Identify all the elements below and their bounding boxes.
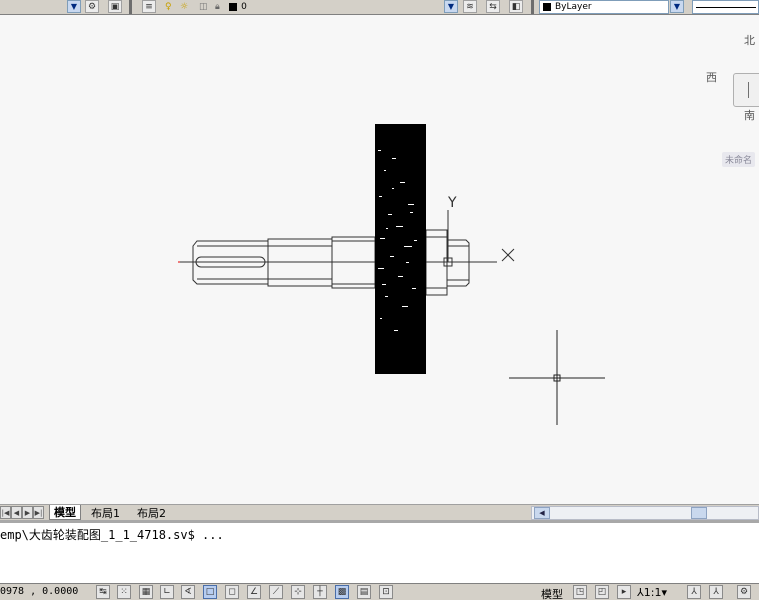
status-bar: 0978 , 0.0000 ↹ ⁙ ▦ ∟ ∢ □ ◻ ∠ ⟋ ⊹ ┼ ▩ ▤ …	[0, 583, 759, 600]
layout-tabs-bar: |◀ ◀ ▶ ▶| 模型 布局1 布局2 ◀	[0, 504, 759, 520]
command-window[interactable]: emp\大齿轮装配图_1_1_4718.sv$ ...	[0, 523, 759, 583]
snap-icon[interactable]: ⁙	[117, 585, 131, 599]
3dosnap-icon[interactable]: ◻	[225, 585, 239, 599]
gear-body	[375, 124, 426, 374]
viewcube-north[interactable]: 北	[744, 32, 755, 48]
color-swatch	[543, 3, 551, 11]
quick-view-drawings-icon[interactable]: ◰	[595, 585, 609, 599]
last-tab-icon[interactable]: ▶|	[33, 506, 44, 519]
color-value: ByLayer	[555, 2, 592, 12]
layer-dropdown-arrow[interactable]: ▼	[444, 0, 458, 13]
color-dropdown-arrow[interactable]: ▼	[670, 0, 684, 13]
tab-model[interactable]: 模型	[49, 505, 81, 520]
bulb-icon[interactable]: ♀	[165, 0, 172, 14]
viewcube-south[interactable]: 南	[744, 107, 755, 123]
layer-name-combo[interactable]: 0	[229, 0, 247, 14]
auto-scale-icon[interactable]: ⅄	[709, 585, 723, 599]
model-space-label[interactable]: 模型	[541, 586, 563, 600]
pan-icon[interactable]: ▸	[617, 585, 631, 599]
ducs-icon[interactable]: ⟋	[269, 585, 283, 599]
linetype-preview	[696, 6, 756, 8]
match-layer-icon[interactable]: ≋	[463, 0, 477, 13]
horizontal-scrollbar[interactable]: ◀	[531, 506, 759, 520]
ortho-icon[interactable]: ∟	[160, 585, 174, 599]
qp-icon[interactable]: ▤	[357, 585, 371, 599]
annotation-scale[interactable]: ⅄1:1▾	[637, 586, 667, 599]
annotation-scale-icon: ⅄	[637, 586, 644, 599]
crosshair-cursor	[509, 330, 605, 425]
quick-view-layouts-icon[interactable]: ◳	[573, 585, 587, 599]
osnap-icon[interactable]: □	[203, 585, 217, 599]
top-toolbar: ▼ ⚙ ▣ ≡ ♀ ☼ ◫ 🔒︎ 0 ▼ ≋ ⇆ ◧ ByLayer ▼	[0, 0, 759, 15]
drawing-area[interactable]: Y 北 西 南 未命名	[0, 15, 759, 504]
layer-name: 0	[241, 2, 247, 12]
layer-properties-icon[interactable]: ≡	[142, 0, 156, 13]
color-combo[interactable]: ByLayer	[539, 0, 669, 14]
toolbar-grip-2[interactable]	[531, 0, 534, 14]
layer-previous-icon[interactable]: ⇆	[486, 0, 500, 13]
layer-state-icon[interactable]: ◧	[509, 0, 523, 13]
lwt-icon[interactable]: ┼	[313, 585, 327, 599]
grid-icon[interactable]: ▦	[139, 585, 153, 599]
ucs-icon	[443, 210, 515, 267]
workspace-switch-icon[interactable]: ⚙	[737, 585, 751, 599]
workspace-lock-icon[interactable]: ▣	[108, 0, 122, 13]
prev-tab-icon[interactable]: ◀	[11, 506, 22, 519]
next-tab-icon[interactable]: ▶	[22, 506, 33, 519]
ucs-y-label: Y	[447, 195, 457, 211]
toolbar-grip[interactable]	[129, 0, 132, 14]
sc-icon[interactable]: ⊡	[379, 585, 393, 599]
drawing-svg: Y	[178, 124, 605, 425]
coordinate-readout[interactable]: 0978 , 0.0000	[0, 586, 78, 597]
lock-icon[interactable]: 🔒︎	[215, 0, 220, 14]
scroll-left-icon[interactable]: ◀	[534, 507, 550, 519]
layer-color-swatch	[229, 3, 238, 11]
sun-icon[interactable]: ☼	[180, 0, 188, 14]
tab-nav-arrows: |◀ ◀ ▶ ▶|	[0, 506, 44, 520]
otrack-icon[interactable]: ∠	[247, 585, 261, 599]
dyn-icon[interactable]: ⊹	[291, 585, 305, 599]
polar-icon[interactable]: ∢	[181, 585, 195, 599]
linetype-combo[interactable]	[692, 0, 759, 14]
command-history-line: emp\大齿轮装配图_1_1_4718.sv$ ...	[0, 528, 224, 542]
scroll-thumb[interactable]	[691, 507, 707, 519]
annotation-scale-dropdown-icon: ▾	[661, 586, 667, 599]
tab-layout2[interactable]: 布局2	[133, 505, 170, 520]
workspace-settings-icon[interactable]: ⚙	[85, 0, 99, 13]
ucs-name-menu[interactable]: 未命名	[722, 152, 756, 167]
annotation-visibility-icon[interactable]: ⅄	[687, 585, 701, 599]
workspace-dropdown-arrow[interactable]: ▼	[67, 0, 81, 13]
annotation-scale-value: 1:1	[643, 586, 662, 599]
infer-icon[interactable]: ↹	[96, 585, 110, 599]
viewcube-west[interactable]: 西	[706, 69, 717, 85]
tpy-icon[interactable]: ▩	[335, 585, 349, 599]
freeze-vp-icon[interactable]: ◫	[199, 0, 208, 14]
first-tab-icon[interactable]: |◀	[0, 506, 11, 519]
viewcube-face[interactable]	[733, 73, 759, 107]
tab-layout1[interactable]: 布局1	[87, 505, 124, 520]
